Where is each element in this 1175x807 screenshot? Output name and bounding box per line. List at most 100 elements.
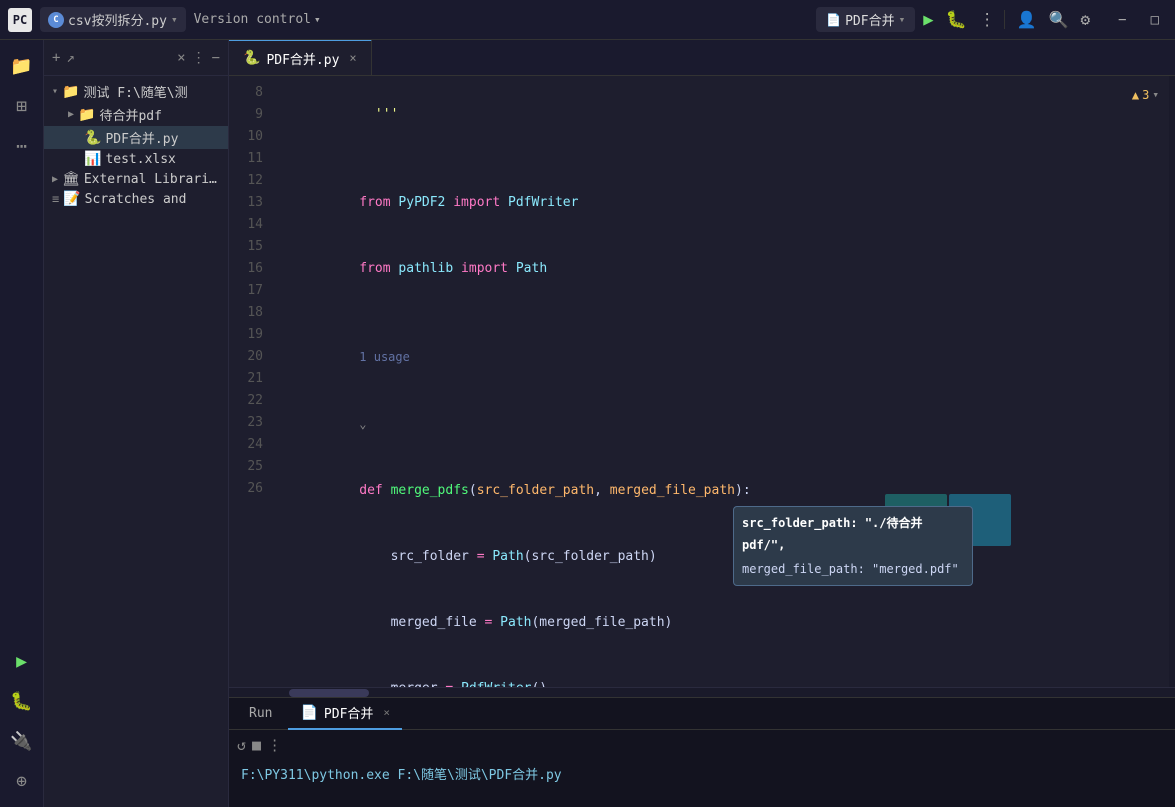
code-token: Path	[500, 615, 531, 630]
scratches-folder-icon: 📝	[63, 191, 80, 207]
tree-item-test-xlsx[interactable]: 📊 test.xlsx	[44, 149, 228, 169]
project-name: csv按列拆分.py	[68, 10, 167, 29]
icon-sidebar: 📁 ⊞ ⋯ ▶ 🐛 🔌 ⊕	[0, 40, 44, 807]
folder-icon: 📁	[62, 84, 79, 100]
project-selector[interactable]: C csv按列拆分.py ▾	[40, 7, 186, 32]
code-token: (merged_file_path)	[531, 615, 672, 630]
arrow-icon: ▶	[52, 174, 58, 185]
tree-label: 测试 F:\随笔\测	[83, 82, 187, 101]
code-token: def	[359, 483, 390, 498]
line-numbers: 8 9 10 11 12 13 14 15 16 17 18 19 20 21 …	[229, 76, 273, 687]
tab-label: PDF合并.py	[266, 49, 339, 68]
file-tree: ▾ 📁 测试 F:\随笔\测 ▶ 📁 待合并pdf 🐍 PDF合并.py	[44, 76, 228, 807]
tab-pdf-merge[interactable]: 🐍 PDF合并.py ×	[229, 40, 372, 75]
file-panel-header: + ↗ × ⋮ −	[44, 40, 228, 76]
code-token: src_folder	[359, 549, 476, 564]
run-selector[interactable]: 📄 PDF合并 ▾	[816, 7, 915, 32]
tree-item-ceshi[interactable]: ▾ 📁 测试 F:\随笔\测	[44, 80, 228, 103]
tree-label: Scratches and	[85, 192, 187, 207]
code-token	[453, 681, 461, 687]
scratches-icon: ≡	[52, 192, 59, 206]
cmd-text: F:\PY311\python.exe F:\随笔\测试\PDF合并.py	[241, 768, 562, 783]
user-icon[interactable]: 👤	[1017, 10, 1037, 29]
tree-item-daihebing[interactable]: ▶ 📁 待合并pdf	[44, 103, 228, 126]
code-token: merged_file_path	[610, 483, 735, 498]
code-line-15: src_folder = Path(src_folder_path)	[281, 524, 1169, 590]
editor-area: 🐍 PDF合并.py × 8 9 10 11 12 13 14 15 16 17…	[229, 40, 1175, 807]
code-token: import	[453, 195, 508, 210]
titlebar-right-actions: 👤 🔍 ⚙	[1004, 10, 1090, 29]
vc-label: Version control	[194, 12, 311, 27]
project-icon: C	[48, 12, 64, 28]
tree-label: 待合并pdf	[99, 105, 161, 124]
more-actions-button[interactable]: ⋮	[979, 10, 996, 30]
restart-button[interactable]: ↺	[237, 736, 246, 754]
code-token: ()	[531, 681, 547, 687]
maximize-button[interactable]: □	[1143, 10, 1167, 30]
tab-close-run[interactable]: ×	[383, 706, 390, 719]
more-options-button[interactable]: ⋮	[267, 736, 282, 754]
code-token: '''	[359, 107, 398, 122]
arrow-icon: ▶	[68, 109, 74, 120]
code-token	[492, 615, 500, 630]
version-control-selector[interactable]: Version control ▾	[194, 12, 321, 27]
code-line-16: merged_file = Path(merged_file_path)	[281, 590, 1169, 656]
code-token: pathlib	[398, 261, 453, 276]
tab-label: PDF合并	[324, 703, 373, 722]
tab-bar: 🐍 PDF合并.py ×	[229, 40, 1175, 76]
project-dropdown-icon: ▾	[171, 13, 178, 26]
minimap	[1169, 76, 1175, 687]
panel-more-button[interactable]: ⋮	[192, 50, 206, 66]
tab-run[interactable]: Run	[237, 698, 284, 730]
code-line-13b: ⌄	[281, 391, 1169, 458]
window-controls: − □	[1110, 10, 1167, 30]
close-panel-button[interactable]: ×	[177, 50, 185, 66]
tab-pdf-merge-run[interactable]: 📄 PDF合并 ×	[288, 698, 402, 730]
code-token: (src_folder_path)	[524, 549, 657, 564]
panel-minimize-button[interactable]: −	[212, 50, 220, 66]
new-file-button[interactable]: +	[52, 50, 60, 66]
minimize-button[interactable]: −	[1110, 10, 1134, 30]
code-line-13: 1 usage	[281, 324, 1169, 391]
titlebar-actions: ▶ 🐛 ⋮	[923, 10, 995, 30]
code-token: import	[461, 261, 516, 276]
code-token: PdfWriter	[508, 195, 578, 210]
param-popup: src_folder_path: "./待合并pdf/", merged_fil…	[733, 506, 973, 586]
run-button[interactable]: ▶	[923, 10, 933, 30]
sidebar-icon-plugin[interactable]: 🔌	[4, 723, 40, 759]
code-line-17: merger = PdfWriter()	[281, 656, 1169, 687]
stop-button[interactable]: ■	[252, 736, 261, 754]
folder-icon: 📁	[78, 107, 95, 123]
app-logo: PC	[8, 8, 32, 32]
sidebar-icon-more[interactable]: ⋯	[4, 128, 40, 164]
tree-item-external-lib[interactable]: ▶ 🏛 External Librari...	[44, 169, 228, 189]
code-token: merger	[359, 681, 445, 687]
settings-icon[interactable]: ⚙	[1080, 10, 1090, 29]
code-line-8: '''	[281, 82, 1169, 148]
sidebar-icon-layers[interactable]: ⊕	[4, 763, 40, 799]
sidebar-icon-debug[interactable]: 🐛	[4, 683, 40, 719]
horizontal-scrollbar[interactable]	[229, 687, 1175, 697]
sidebar-icon-files[interactable]: 📁	[4, 48, 40, 84]
code-token: ):	[735, 483, 751, 498]
run-dropdown-icon: ▾	[899, 13, 906, 26]
sidebar-icon-run[interactable]: ▶	[4, 643, 40, 679]
code-token: from	[359, 195, 398, 210]
code-content[interactable]: ▲ 3 ▾ ''' from PyPDF2 import PdfWriter f…	[273, 76, 1169, 687]
code-line-10: from PyPDF2 import PdfWriter	[281, 170, 1169, 236]
debug-button[interactable]: 🐛	[945, 10, 966, 30]
lib-icon: 🏛	[62, 171, 80, 187]
code-token: Path	[492, 549, 523, 564]
bottom-panel: Run 📄 PDF合并 × ↺ ■ ⋮ F:\PY311\python.exe …	[229, 697, 1175, 807]
code-token: PyPDF2	[398, 195, 445, 210]
tab-close-button[interactable]: ×	[349, 51, 356, 65]
tree-item-scratches[interactable]: ≡ 📝 Scratches and	[44, 189, 228, 209]
tree-item-pdf-merge-py[interactable]: 🐍 PDF合并.py	[44, 126, 228, 149]
tree-label: test.xlsx	[105, 152, 175, 167]
main-layout: 📁 ⊞ ⋯ ▶ 🐛 🔌 ⊕ + ↗ × ⋮ − ▾ 📁 测试 F:\随笔\测	[0, 40, 1175, 807]
run-file-label: PDF合并	[845, 10, 894, 29]
sidebar-icon-structure[interactable]: ⊞	[4, 88, 40, 124]
search-icon[interactable]: 🔍	[1049, 10, 1069, 29]
param-line-1: src_folder_path: "./待合并pdf/",	[742, 511, 964, 557]
expand-button[interactable]: ↗	[66, 50, 74, 66]
